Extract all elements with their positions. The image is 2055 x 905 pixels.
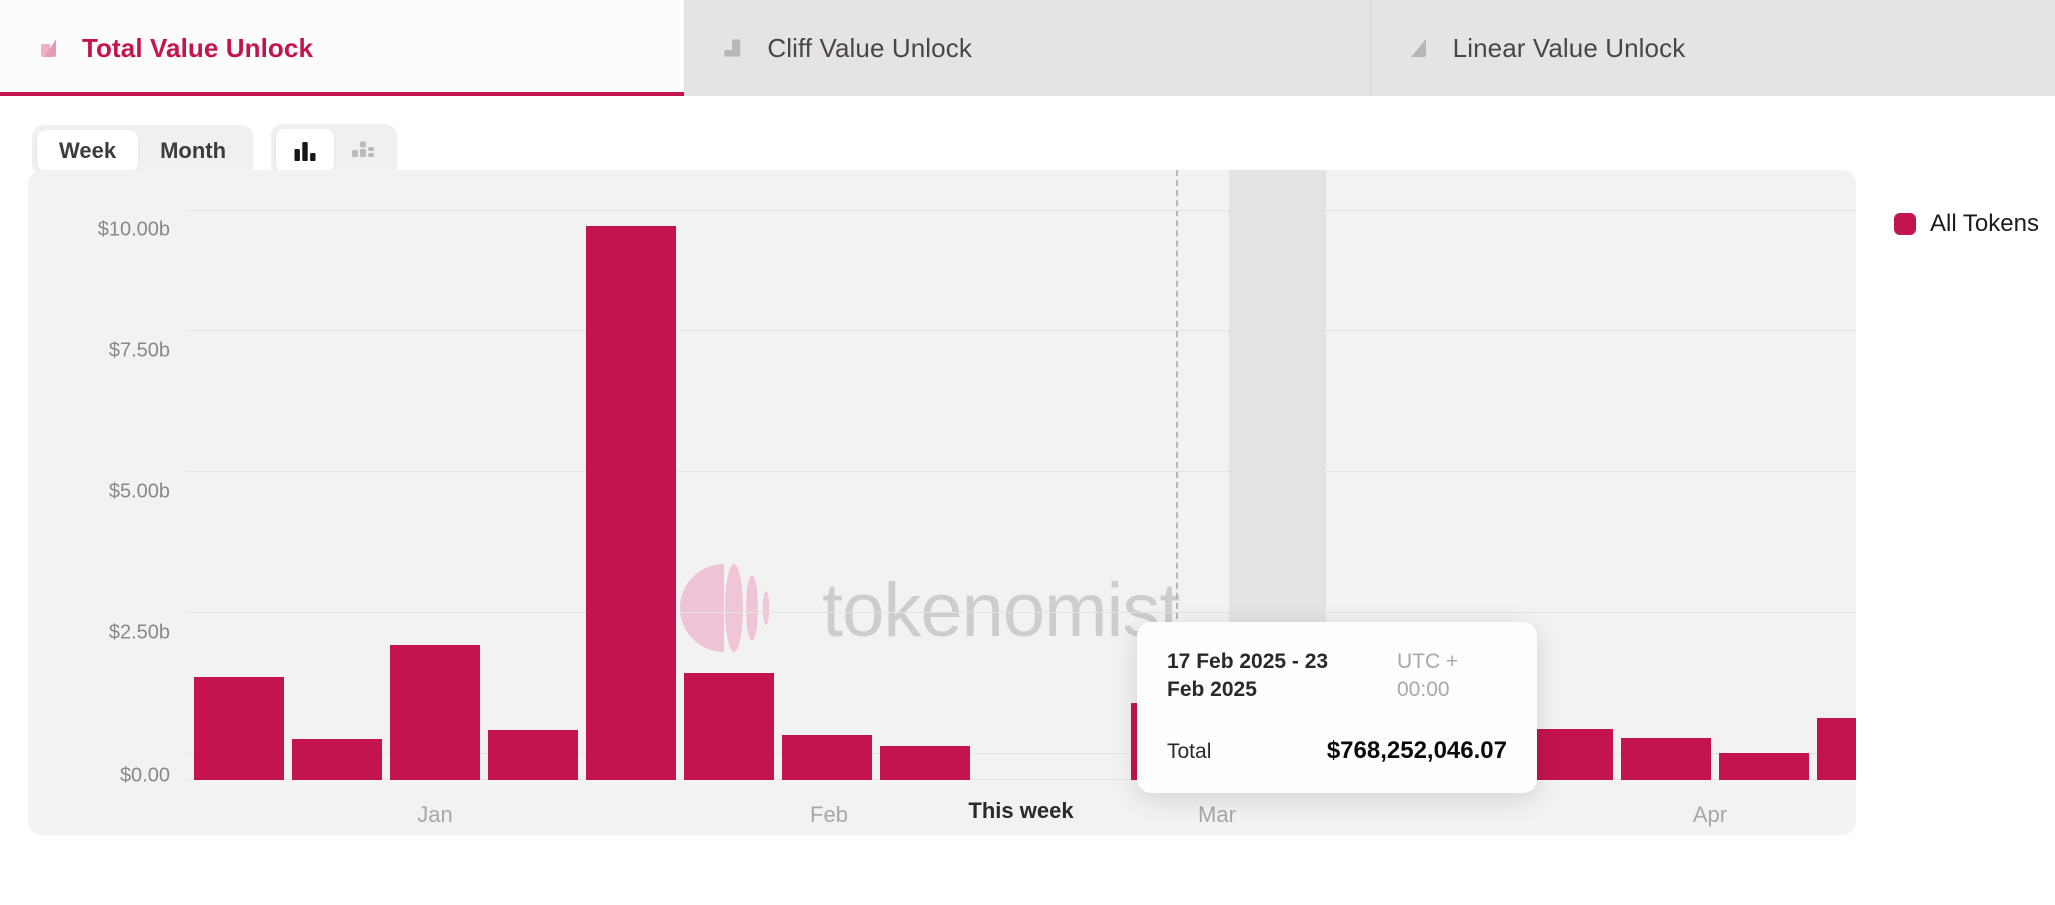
bar[interactable] <box>292 739 382 780</box>
bar[interactable] <box>1719 753 1809 780</box>
bar[interactable] <box>684 673 774 780</box>
x-axis-tick: Feb <box>810 802 848 827</box>
bar[interactable] <box>488 730 578 780</box>
bar[interactable] <box>586 226 676 780</box>
tooltip-total-label: Total <box>1167 739 1212 763</box>
bar[interactable] <box>1817 718 1856 780</box>
linear-value-unlock-icon <box>1403 33 1433 63</box>
gridline <box>186 612 1856 613</box>
legend-swatch-icon <box>1894 213 1916 235</box>
y-axis-tick: $10.00b <box>97 218 170 241</box>
tooltip-timezone: UTC + 00:00 <box>1397 650 1459 702</box>
bar-chart-icon <box>292 138 318 164</box>
chart-tooltip: 17 Feb 2025 - 23 Feb 2025 UTC + 00:00 To… <box>1137 622 1537 793</box>
x-axis-tick: Mar <box>1198 802 1236 827</box>
gridline <box>186 330 1856 331</box>
x-axis-tick-this-week: This week <box>968 798 1074 823</box>
tab-total-value-unlock[interactable]: Total Value Unlock <box>0 0 686 96</box>
gridline <box>186 471 1856 472</box>
cliff-value-unlock-icon <box>717 33 747 63</box>
tab-bar: Total Value Unlock Cliff Value Unlock Li… <box>0 0 2055 96</box>
y-axis-tick: $0.00 <box>119 764 170 787</box>
stacked-blocks-icon <box>350 138 376 164</box>
bar[interactable] <box>1621 738 1711 780</box>
y-axis-tick: $5.00b <box>108 480 170 503</box>
bar-chart-view-button[interactable] <box>276 129 335 173</box>
tab-label: Total Value Unlock <box>82 32 314 63</box>
total-value-unlock-icon <box>32 33 62 63</box>
tab-label: Cliff Value Unlock <box>767 32 972 63</box>
stacked-blocks-view-button[interactable] <box>334 129 392 173</box>
bar[interactable] <box>880 746 970 780</box>
bar[interactable] <box>390 645 480 780</box>
legend-item-label[interactable]: All Tokens <box>1930 210 2039 238</box>
y-axis-tick: $2.50b <box>108 621 170 644</box>
tooltip-total-value: $768,252,046.07 <box>1326 736 1507 764</box>
interval-month-button[interactable]: Month <box>138 130 248 172</box>
tooltip-date-range: 17 Feb 2025 - 23 Feb 2025 <box>1167 650 1329 702</box>
x-axis-tick: Jan <box>417 802 453 827</box>
chart-toolbar: Week Month <box>0 96 2055 178</box>
tooltip-header: 17 Feb 2025 - 23 Feb 2025 UTC + 00:00 <box>1167 648 1507 705</box>
x-axis-tick: Apr <box>1692 802 1728 827</box>
bar[interactable] <box>782 735 872 780</box>
tab-cliff-value-unlock[interactable]: Cliff Value Unlock <box>685 0 1371 96</box>
plot-region: $10.00b $7.50b $5.00b $2.50b $0.00 Jan F… <box>98 170 1856 827</box>
gridline <box>186 210 1856 211</box>
chart-area: tokenomist $10.00b $7.50b $5.00b $2.50b … <box>0 170 2055 835</box>
tab-label: Linear Value Unlock <box>1452 32 1686 63</box>
chart-card[interactable]: tokenomist $10.00b $7.50b $5.00b $2.50b … <box>28 170 1856 835</box>
chart-legend: All Tokens <box>1894 210 2039 238</box>
y-axis-tick: $7.50b <box>108 339 170 362</box>
interval-week-button[interactable]: Week <box>37 130 139 172</box>
tooltip-total-row: Total $768,252,046.07 <box>1167 737 1507 765</box>
bar[interactable] <box>194 677 284 780</box>
tab-linear-value-unlock[interactable]: Linear Value Unlock <box>1370 0 2055 96</box>
